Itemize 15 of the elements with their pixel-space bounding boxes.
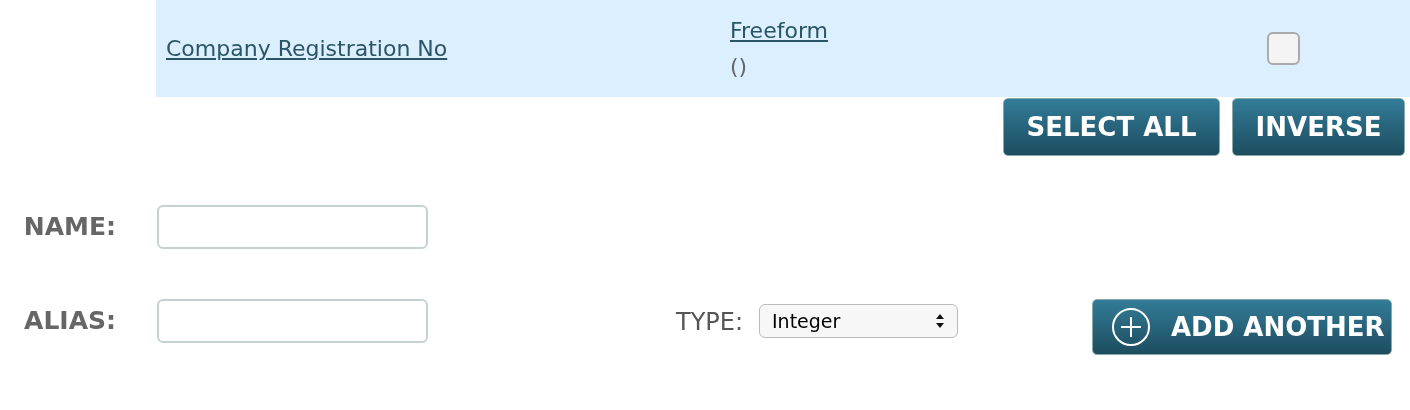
input-field[interactable] bbox=[157, 299, 428, 343]
type-detail: () bbox=[730, 53, 749, 80]
row-checkbox[interactable] bbox=[1267, 32, 1300, 65]
field-type-link[interactable]: Freeform bbox=[730, 17, 828, 44]
add-another-button[interactable]: ADD ANOTHER bbox=[1092, 299, 1392, 355]
row-action-button[interactable]: INVERSE bbox=[1232, 98, 1405, 156]
dropdown-arrows-icon bbox=[935, 313, 945, 329]
row-action-button[interactable]: SELECT ALL bbox=[1003, 98, 1220, 156]
field-name-link[interactable]: Company Registration No bbox=[166, 32, 730, 65]
field-label: NAME: bbox=[22, 211, 116, 243]
type-label: TYPE: bbox=[676, 307, 744, 338]
field-label: ALIAS: bbox=[23, 305, 116, 337]
type-select[interactable]: Integer bbox=[759, 304, 958, 338]
input-field[interactable] bbox=[157, 205, 428, 249]
plus-circle-icon bbox=[1111, 307, 1151, 347]
